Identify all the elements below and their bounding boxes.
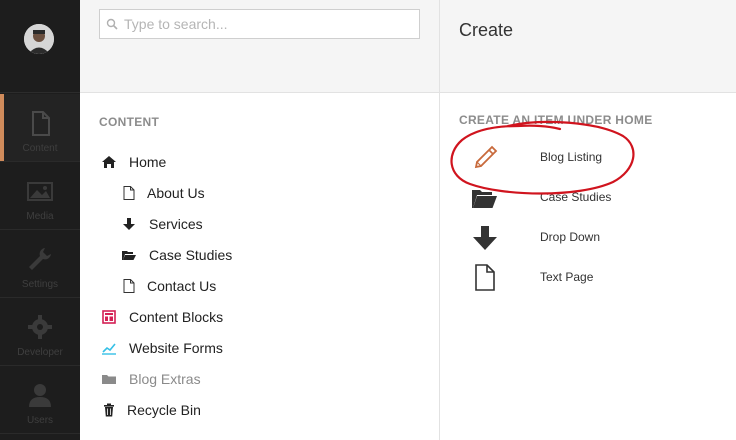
sidebar-item-label: Media xyxy=(26,211,54,222)
folder-open-icon xyxy=(122,251,136,260)
tree-item-label: Content Blocks xyxy=(129,309,224,325)
folder-open-icon xyxy=(472,190,497,208)
sidebar-item-media[interactable]: Media xyxy=(0,162,80,230)
tree-item-label: Contact Us xyxy=(147,278,217,294)
tree-item-label: About Us xyxy=(147,185,205,201)
create-item-blog-listing[interactable]: Blog Listing xyxy=(460,138,730,176)
create-header: Create xyxy=(440,0,736,93)
sidebar-item-label: Content xyxy=(22,143,58,154)
sidebar-item-developer[interactable]: Developer xyxy=(0,298,80,366)
document-icon xyxy=(32,111,50,136)
pencil-icon xyxy=(474,145,498,169)
wrench-icon xyxy=(29,248,51,270)
tree-item-label: Case Studies xyxy=(149,247,233,263)
create-item-label: Case Studies xyxy=(540,190,612,204)
arrow-down-icon xyxy=(123,218,135,230)
layout-icon xyxy=(102,310,116,324)
avatar[interactable] xyxy=(24,24,54,54)
arrow-down-icon xyxy=(473,226,497,250)
chart-line-icon xyxy=(102,343,116,355)
folder-icon xyxy=(102,375,116,384)
create-item-label: Blog Listing xyxy=(540,150,603,164)
sidebar-item-label: Settings xyxy=(21,279,59,290)
sidebar-item-label: Users xyxy=(26,415,54,426)
image-icon xyxy=(27,182,53,201)
create-item-label: Text Page xyxy=(540,270,594,284)
content-tree: CONTENT Home About Us Services Case Stud… xyxy=(80,94,439,440)
tree-item-label: Website Forms xyxy=(129,340,223,356)
search-box xyxy=(99,9,420,39)
tree-item-label: Blog Extras xyxy=(129,371,201,387)
tree-item-label: Services xyxy=(149,216,203,232)
document-icon xyxy=(123,279,135,293)
page-title: Create xyxy=(459,20,514,40)
tree-item-label: Home xyxy=(129,154,167,170)
user-icon xyxy=(29,384,51,407)
tree-section-title: CONTENT xyxy=(99,115,160,129)
search-header xyxy=(80,0,439,93)
document-icon xyxy=(475,264,495,291)
create-item-text-page[interactable]: Text Page xyxy=(460,258,730,296)
search-input[interactable] xyxy=(124,14,414,34)
main-sidebar: Content Media Settings Developer Users xyxy=(0,0,80,440)
trash-icon xyxy=(104,403,114,417)
create-item-label: Drop Down xyxy=(540,230,601,244)
create-item-case-studies[interactable]: Case Studies xyxy=(460,178,730,216)
sidebar-item-label: Developer xyxy=(17,347,63,358)
gear-icon xyxy=(28,315,52,339)
document-icon xyxy=(123,186,135,200)
sidebar-item-settings[interactable]: Settings xyxy=(0,230,80,298)
tree-item-label: Recycle Bin xyxy=(127,402,201,418)
create-item-drop-down[interactable]: Drop Down xyxy=(460,218,730,256)
sidebar-item-content[interactable]: Content xyxy=(0,94,80,162)
user-avatar-area xyxy=(0,0,80,93)
create-section-title: CREATE AN ITEM UNDER HOME xyxy=(459,113,653,127)
sidebar-item-users[interactable]: Users xyxy=(0,366,80,434)
home-icon xyxy=(102,156,116,168)
search-icon xyxy=(106,18,118,30)
